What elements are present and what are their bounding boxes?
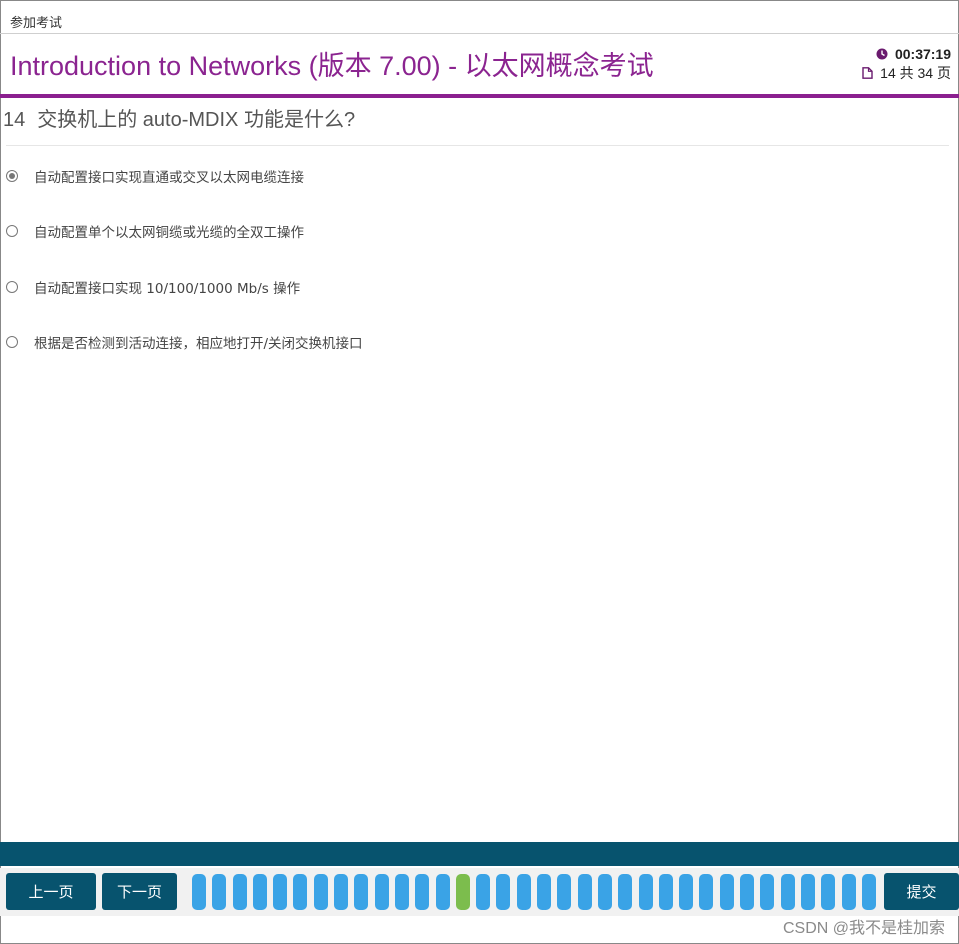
question-nav-item[interactable] xyxy=(374,874,389,910)
question-heading: 14 交换机上的 auto-MDIX 功能是什么? xyxy=(3,103,355,132)
question-nav-item[interactable] xyxy=(760,874,775,910)
question-nav-item[interactable] xyxy=(658,874,673,910)
question-number: 14 xyxy=(3,109,26,131)
clock-icon xyxy=(876,48,888,59)
exam-title: Introduction to Networks (版本 7.00) - 以太网… xyxy=(10,51,654,81)
question-nav-item[interactable] xyxy=(192,874,206,910)
submit-button[interactable]: 提交 xyxy=(884,873,959,910)
question-nav-item[interactable] xyxy=(740,874,755,910)
question-nav-item[interactable] xyxy=(354,874,369,910)
question-nav-item[interactable] xyxy=(212,874,227,910)
radio-button[interactable] xyxy=(6,225,18,237)
question-nav-item[interactable] xyxy=(435,874,450,910)
question-nav-item[interactable] xyxy=(394,874,409,910)
question-nav-item[interactable] xyxy=(821,874,836,910)
answer-option[interactable]: 自动配置接口实现直通或交叉以太网电缆连接 xyxy=(6,166,304,186)
radio-button[interactable] xyxy=(6,336,18,348)
question-nav-item[interactable] xyxy=(557,874,572,910)
top-bar: 参加考试 xyxy=(0,0,959,34)
question-nav-item[interactable] xyxy=(719,874,734,910)
question-navigator xyxy=(192,874,882,910)
question-nav-item[interactable] xyxy=(415,874,430,910)
radio-button[interactable] xyxy=(6,281,18,293)
question-nav-item[interactable] xyxy=(476,874,491,910)
page-count-row: 14 共 34 页 xyxy=(862,63,951,82)
answer-option[interactable]: 自动配置接口实现 10/100/1000 Mb/s 操作 xyxy=(6,277,300,297)
question-nav-item[interactable] xyxy=(679,874,694,910)
answer-option-label: 自动配置接口实现直通或交叉以太网电缆连接 xyxy=(34,170,304,186)
exam-meta: 00:37:19 14 共 34 页 xyxy=(862,44,951,82)
question-nav-item[interactable] xyxy=(334,874,349,910)
question-divider xyxy=(6,145,949,146)
watermark: CSDN @我不是桂加索 xyxy=(782,920,945,937)
question-nav-item[interactable] xyxy=(577,874,592,910)
question-nav-item[interactable] xyxy=(841,874,856,910)
prev-page-button[interactable]: 上一页 xyxy=(6,873,96,910)
answer-option-label: 自动配置接口实现 10/100/1000 Mb/s 操作 xyxy=(34,281,301,297)
page-count: 14 共 34 页 xyxy=(880,64,951,81)
question-nav-item[interactable] xyxy=(861,874,876,910)
window-frame xyxy=(0,0,959,944)
question-nav-item[interactable] xyxy=(597,874,612,910)
question-nav-item[interactable] xyxy=(232,874,247,910)
breadcrumb: 参加考试 xyxy=(10,16,63,31)
answer-option[interactable]: 自动配置单个以太网铜缆或光缆的全双工操作 xyxy=(6,221,304,241)
question-nav-item[interactable] xyxy=(780,874,795,910)
question-nav-item-current[interactable] xyxy=(455,874,470,910)
answer-option-label: 根据是否检测到活动连接，相应地打开/关闭交换机接口 xyxy=(34,336,363,352)
page-icon xyxy=(862,66,873,79)
radio-button-selected[interactable] xyxy=(6,170,18,182)
question-nav-item[interactable] xyxy=(638,874,653,910)
answer-option[interactable]: 根据是否检测到活动连接，相应地打开/关闭交换机接口 xyxy=(6,332,363,352)
question-nav-item[interactable] xyxy=(313,874,328,910)
question-nav-item[interactable] xyxy=(800,874,815,910)
next-page-button[interactable]: 下一页 xyxy=(102,873,177,910)
question-nav-item[interactable] xyxy=(273,874,288,910)
answer-option-label: 自动配置单个以太网铜缆或光缆的全双工操作 xyxy=(34,225,304,241)
question-nav-item[interactable] xyxy=(252,874,267,910)
exam-header: Introduction to Networks (版本 7.00) - 以太网… xyxy=(0,34,959,94)
question-nav-item[interactable] xyxy=(516,874,531,910)
navigation-band xyxy=(0,842,959,866)
question-nav-item[interactable] xyxy=(537,874,552,910)
navigation-bar: 上一页 下一页 提交 xyxy=(0,868,959,916)
timer-row: 00:37:19 xyxy=(862,44,951,63)
timer-value: 00:37:19 xyxy=(894,45,951,62)
question-nav-item[interactable] xyxy=(618,874,633,910)
question-nav-item[interactable] xyxy=(699,874,714,910)
question-nav-item[interactable] xyxy=(496,874,511,910)
question-nav-item[interactable] xyxy=(293,874,308,910)
header-divider xyxy=(0,94,959,98)
question-text: 交换机上的 auto-MDIX 功能是什么? xyxy=(37,109,356,131)
